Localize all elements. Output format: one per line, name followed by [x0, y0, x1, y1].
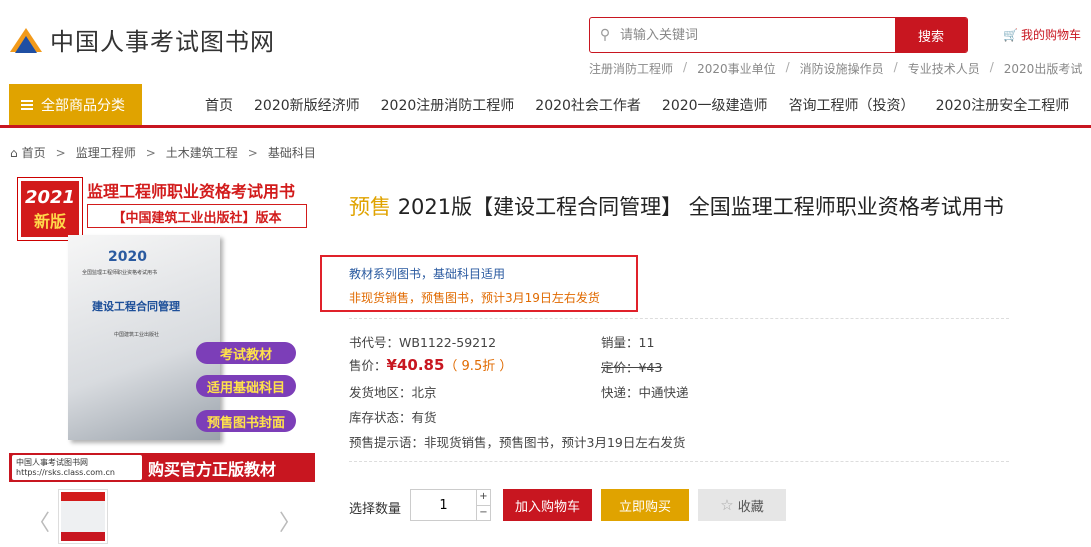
chevron-left-icon[interactable]: 〈 [28, 505, 50, 537]
search-input[interactable] [620, 18, 895, 52]
home-icon: ⌂ [10, 145, 18, 160]
all-categories-button[interactable]: 全部商品分类 [9, 84, 142, 125]
nav-item-economist[interactable]: 2020新版经济师 [254, 95, 360, 115]
sales-count: 销量：11 [601, 335, 655, 350]
favorite-button[interactable]: ☆ 收藏 [698, 489, 786, 521]
quantity-increase-button[interactable]: + [477, 490, 490, 506]
product-title-text: 2021版【建设工程合同管理】 全国监理工程师职业资格考试用书 [397, 195, 1004, 219]
nav-item-safety-engineer[interactable]: 2020注册安全工程师 [936, 95, 1070, 115]
product-title: 预售 2021版【建设工程合同管理】 全国监理工程师职业资格考试用书 [349, 190, 1004, 224]
list-price: 定价：¥43 [601, 360, 663, 375]
breadcrumb: ⌂ 首页 > 监理工程师 > 土木建筑工程 > 基础科目 [10, 144, 316, 161]
nav-item-social-worker[interactable]: 2020社会工作者 [535, 95, 641, 115]
cover-footer-logo: 中国人事考试图书网 https://rsks.class.com.cn [12, 455, 142, 480]
buy-now-button[interactable]: 立即购买 [601, 489, 689, 521]
courier: 快递：中通快递 [601, 385, 689, 400]
divider [349, 318, 1009, 319]
breadcrumb-item[interactable]: 基础科目 [268, 144, 316, 161]
nav-item-fire-engineer[interactable]: 2020注册消防工程师 [381, 95, 515, 115]
quantity-input[interactable] [411, 490, 476, 520]
product-main-image[interactable]: 2021 新版 监理工程师职业资格考试用书 【中国建筑工业出版社】版本 2020… [9, 172, 315, 482]
breadcrumb-item[interactable]: 土木建筑工程 [166, 144, 238, 161]
nav-item-constructor[interactable]: 2020一级建造师 [662, 95, 768, 115]
book-cover: 2020 全国监理工程师职业资格考试用书 建设工程合同管理 中国建筑工业出版社 [68, 235, 220, 440]
quantity-decrease-button[interactable]: − [477, 506, 490, 521]
quantity-label: 选择数量 [349, 502, 402, 517]
nav-item-consulting-engineer[interactable]: 咨询工程师（投资） [789, 95, 915, 115]
promo-line: 教材系列图书，基础科目适用 [349, 267, 506, 281]
cart-label: 我的购物车 [1020, 28, 1081, 42]
main-nav: 全部商品分类 首页 2020新版经济师 2020注册消防工程师 2020社会工作… [0, 84, 1091, 128]
breadcrumb-item[interactable]: 首页 [22, 144, 46, 161]
search-bar: ⚲ 搜索 [589, 17, 968, 53]
favorite-label: 收藏 [737, 499, 764, 515]
cover-footer-banner: 中国人事考试图书网 https://rsks.class.com.cn 购买官方… [9, 453, 315, 482]
thumbnail-strip: 〈 〉 [9, 489, 315, 545]
hot-link[interactable]: 2020出版考试 [1004, 60, 1083, 77]
cover-tag: 预售图书封面 [196, 410, 296, 432]
site-logo[interactable]: 中国人事考试图书网 [10, 22, 275, 57]
cover-title: 监理工程师职业资格考试用书 [87, 182, 296, 201]
promo-line: 非现货销售，预售图书，预计3月19日左右发货 [349, 291, 600, 305]
star-icon: ☆ [720, 496, 734, 514]
my-cart-link[interactable]: 🛒 我的购物车 [1003, 26, 1081, 43]
all-categories-label: 全部商品分类 [41, 97, 125, 114]
cover-tag: 适用基础科目 [196, 375, 296, 397]
new-edition-badge: 2021 新版 [18, 178, 82, 240]
presale-label: 预售 [349, 195, 391, 219]
presale-note: 预售提示语：非现货销售，预售图书，预计3月19日左右发货 [349, 435, 686, 450]
ship-from: 发货地区：北京 [349, 385, 437, 400]
search-icon: ⚲ [599, 27, 611, 43]
add-to-cart-button[interactable]: 加入购物车 [503, 489, 592, 521]
stock-status: 库存状态：有货 [349, 410, 437, 425]
book-code: 书代号：WB1122-59212 [349, 335, 497, 350]
thumbnail[interactable] [58, 489, 108, 544]
search-button[interactable]: 搜索 [895, 18, 967, 52]
sale-price: 售价：¥40.85（ 9.5折 ） [349, 356, 513, 374]
hot-search-links: 注册消防工程师/ 2020事业单位 / 消防设施操作员 / 专业技术人员/ 2020… [589, 60, 1083, 77]
cover-tag: 考试教材 [196, 342, 296, 364]
logo-text: 中国人事考试图书网 [50, 28, 275, 56]
quantity-stepper: + − [410, 489, 491, 521]
chevron-right-icon[interactable]: 〉 [279, 505, 301, 537]
hot-link[interactable]: 注册消防工程师 [589, 60, 673, 77]
cart-icon: 🛒 [1003, 27, 1018, 42]
logo-icon [10, 24, 42, 56]
nav-item-home[interactable]: 首页 [205, 95, 233, 115]
breadcrumb-item[interactable]: 监理工程师 [76, 144, 136, 161]
cover-subtitle: 【中国建筑工业出版社】版本 [87, 204, 307, 228]
hot-link[interactable]: 消防设施操作员 [800, 60, 884, 77]
menu-icon [21, 99, 33, 110]
divider [349, 461, 1009, 462]
hot-link[interactable]: 专业技术人员 [908, 60, 980, 77]
hot-link[interactable]: 2020事业单位 [697, 60, 776, 77]
